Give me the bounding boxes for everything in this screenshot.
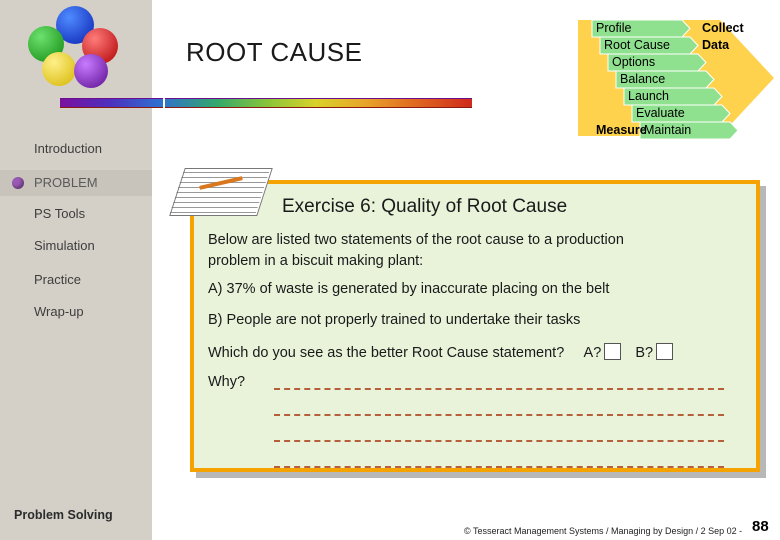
- chevron-label-maintain: Maintain: [644, 123, 692, 137]
- chevron-label-options: Options: [612, 55, 656, 69]
- chevron-side-label-collect: Collect: [702, 21, 744, 35]
- notepad-lines: [169, 168, 271, 214]
- rainbow-divider: [60, 98, 472, 108]
- sidebar-item-label: Practice: [34, 272, 81, 287]
- sidebar-item-simulation[interactable]: Simulation: [0, 238, 152, 253]
- choice-b-label: B?: [635, 345, 654, 361]
- answer-line-1[interactable]: [274, 388, 724, 390]
- chevron-side-label-data: Data: [702, 38, 730, 52]
- chevron-label-profile: Profile: [596, 21, 632, 35]
- answer-line-3[interactable]: [274, 440, 724, 442]
- sphere-purple-icon: [74, 54, 108, 88]
- bullet-icon: [12, 177, 24, 189]
- sidebar-item-ps-tools[interactable]: PS Tools: [0, 206, 152, 221]
- spheres-decoration-icon: [26, 6, 134, 92]
- sphere-yellow-icon: [42, 52, 76, 86]
- choice-a-label: A?: [583, 345, 602, 361]
- sidebar-footer-title: Problem Solving: [14, 508, 113, 522]
- process-chevron-diagram: Profile Root Cause Options Balance Launc…: [578, 8, 774, 144]
- intro-line-1: Below are listed two statements of the r…: [208, 232, 624, 248]
- chevron-label-root-cause: Root Cause: [604, 38, 671, 52]
- answer-line-4[interactable]: [274, 466, 724, 468]
- option-a-text: A) 37% of waste is generated by inaccura…: [208, 281, 610, 297]
- content-panel: Exercise 6: Quality of Root Cause Below …: [190, 180, 760, 472]
- chevron-label-balance: Balance: [620, 72, 666, 86]
- sidebar-item-label: Simulation: [34, 238, 95, 253]
- option-b-text: B) People are not properly trained to un…: [208, 312, 581, 328]
- why-label: Why?: [208, 374, 246, 390]
- notepad-icon: [169, 168, 273, 220]
- page-number: 88: [752, 518, 769, 535]
- copyright-notice: © Tesseract Management Systems / Managin…: [464, 526, 743, 536]
- choice-b-checkbox[interactable]: [656, 343, 674, 360]
- exercise-title: Exercise 6: Quality of Root Cause: [282, 196, 568, 217]
- sidebar-item-introduction[interactable]: Introduction: [0, 141, 152, 156]
- chevron-label-evaluate: Evaluate: [636, 106, 685, 120]
- sidebar-item-label: Wrap-up: [34, 304, 84, 319]
- intro-line-2: problem in a biscuit making plant:: [208, 253, 424, 269]
- sidebar-item-label: Introduction: [34, 141, 102, 156]
- question-row: Which do you see as the better Root Caus…: [208, 343, 674, 361]
- sidebar-item-problem[interactable]: PROBLEM: [0, 170, 152, 196]
- chevron-label-launch: Launch: [628, 89, 670, 103]
- question-text: Which do you see as the better Root Caus…: [208, 345, 565, 361]
- sidebar-item-practice[interactable]: Practice: [0, 272, 152, 287]
- sidebar-item-wrap-up[interactable]: Wrap-up: [0, 304, 152, 319]
- sidebar-item-label: PS Tools: [34, 206, 86, 221]
- answer-line-2[interactable]: [274, 414, 724, 416]
- sidebar-item-label: PROBLEM: [34, 175, 98, 190]
- chevron-side-label-measure: Measure: [596, 123, 647, 137]
- rule-tick-marker: [163, 95, 165, 109]
- page-title: ROOT CAUSE: [186, 37, 363, 67]
- choice-a-checkbox[interactable]: [604, 343, 622, 360]
